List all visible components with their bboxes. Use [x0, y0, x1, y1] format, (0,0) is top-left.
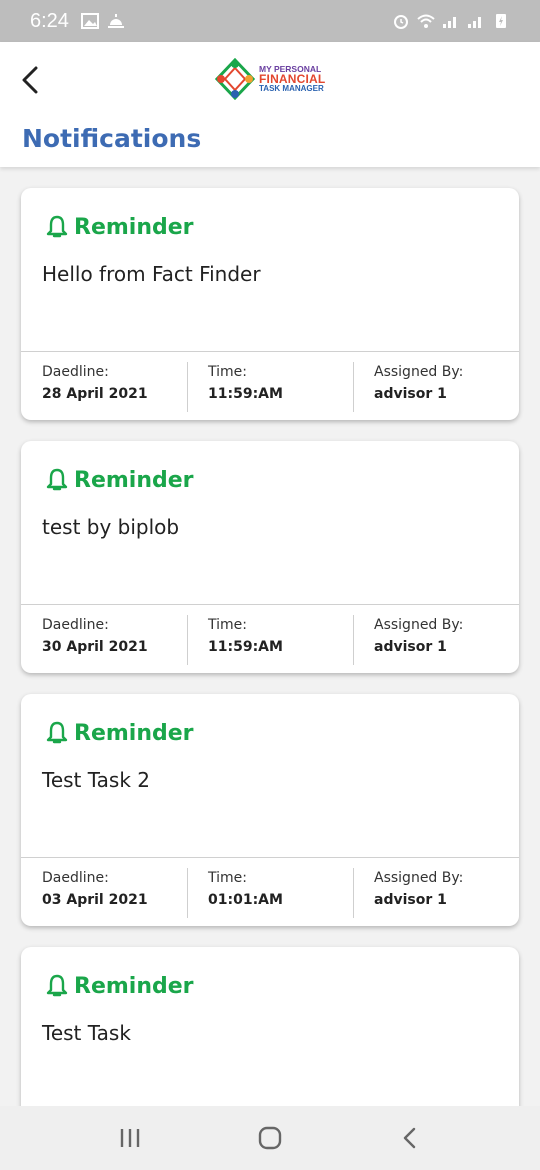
wifi-icon — [417, 14, 435, 28]
bell-icon — [46, 721, 68, 744]
bell-icon — [46, 215, 68, 238]
deadline-value: 30 April 2021 — [42, 639, 148, 655]
notification-meta: Daedline: 03 April 2021 Time: 01:01:AM Ass… — [21, 857, 519, 926]
home-icon — [258, 1126, 282, 1150]
notification-card[interactable]: Reminder Hello from Fact Finder Daedline… — [21, 188, 519, 420]
weather-icon — [107, 14, 124, 28]
gallery-icon — [80, 13, 99, 29]
notification-message: Test Task 2 — [42, 768, 150, 792]
time-value: 01:01:AM — [208, 892, 283, 908]
home-button[interactable] — [250, 1118, 290, 1158]
logo-line-3: TASK MANAGER — [259, 84, 324, 94]
deadline-value: 03 April 2021 — [42, 892, 148, 908]
assigned-by-label: Assigned By: — [374, 617, 464, 633]
notification-heading: Reminder — [74, 720, 194, 746]
back-arrow-icon — [22, 66, 38, 94]
time-value: 11:59:AM — [208, 386, 283, 402]
system-nav-bar — [0, 1106, 540, 1170]
assigned-by-value: advisor 1 — [374, 386, 447, 402]
deadline-label: Daedline: — [42, 617, 109, 633]
app-logo: MY PERSONAL FINANCIAL TASK MANAGER — [215, 57, 325, 101]
deadline-label: Daedline: — [42, 870, 109, 886]
assigned-by-label: Assigned By: — [374, 870, 464, 886]
status-bar: 6:24 — [0, 0, 540, 42]
time-label: Time: — [208, 617, 247, 633]
assigned-by-value: advisor 1 — [374, 892, 447, 908]
back-button[interactable] — [14, 62, 46, 98]
system-back-button[interactable] — [390, 1118, 430, 1158]
notification-list: Reminder Hello from Fact Finder Daedline… — [21, 188, 519, 1170]
signal-icon-2 — [468, 17, 481, 28]
chevron-left-icon — [403, 1127, 416, 1149]
bell-icon — [46, 468, 68, 491]
signal-icon — [443, 17, 456, 28]
alarm-icon — [394, 15, 408, 29]
assigned-by-value: advisor 1 — [374, 639, 447, 655]
page-title: Notifications — [22, 124, 202, 153]
notification-card[interactable]: Reminder test by biplob Daedline: 30 Apri… — [21, 441, 519, 673]
notification-heading: Reminder — [74, 214, 194, 240]
status-time: 6:24 — [30, 9, 69, 32]
recent-apps-icon — [120, 1129, 140, 1147]
notification-meta: Daedline: 30 April 2021 Time: 11:59:AM Ass… — [21, 604, 519, 673]
logo-mark-icon — [215, 58, 255, 100]
assigned-by-label: Assigned By: — [374, 364, 464, 380]
notification-card[interactable]: Reminder Test Task 2 Daedline: 03 April 2… — [21, 694, 519, 926]
bell-icon — [46, 974, 68, 997]
notification-message: Test Task — [42, 1021, 131, 1045]
notification-heading: Reminder — [74, 467, 194, 493]
app-header: MY PERSONAL FINANCIAL TASK MANAGER Notif… — [0, 42, 540, 167]
deadline-label: Daedline: — [42, 364, 109, 380]
notification-meta: Daedline: 28 April 2021 Time: 11:59:AM Ass… — [21, 351, 519, 420]
battery-icon — [496, 14, 506, 28]
time-label: Time: — [208, 364, 247, 380]
recent-apps-button[interactable] — [110, 1118, 150, 1158]
time-label: Time: — [208, 870, 247, 886]
notification-message: Hello from Fact Finder — [42, 262, 261, 286]
notification-heading: Reminder — [74, 973, 194, 999]
time-value: 11:59:AM — [208, 639, 283, 655]
notification-message: test by biplob — [42, 515, 180, 539]
deadline-value: 28 April 2021 — [42, 386, 148, 402]
